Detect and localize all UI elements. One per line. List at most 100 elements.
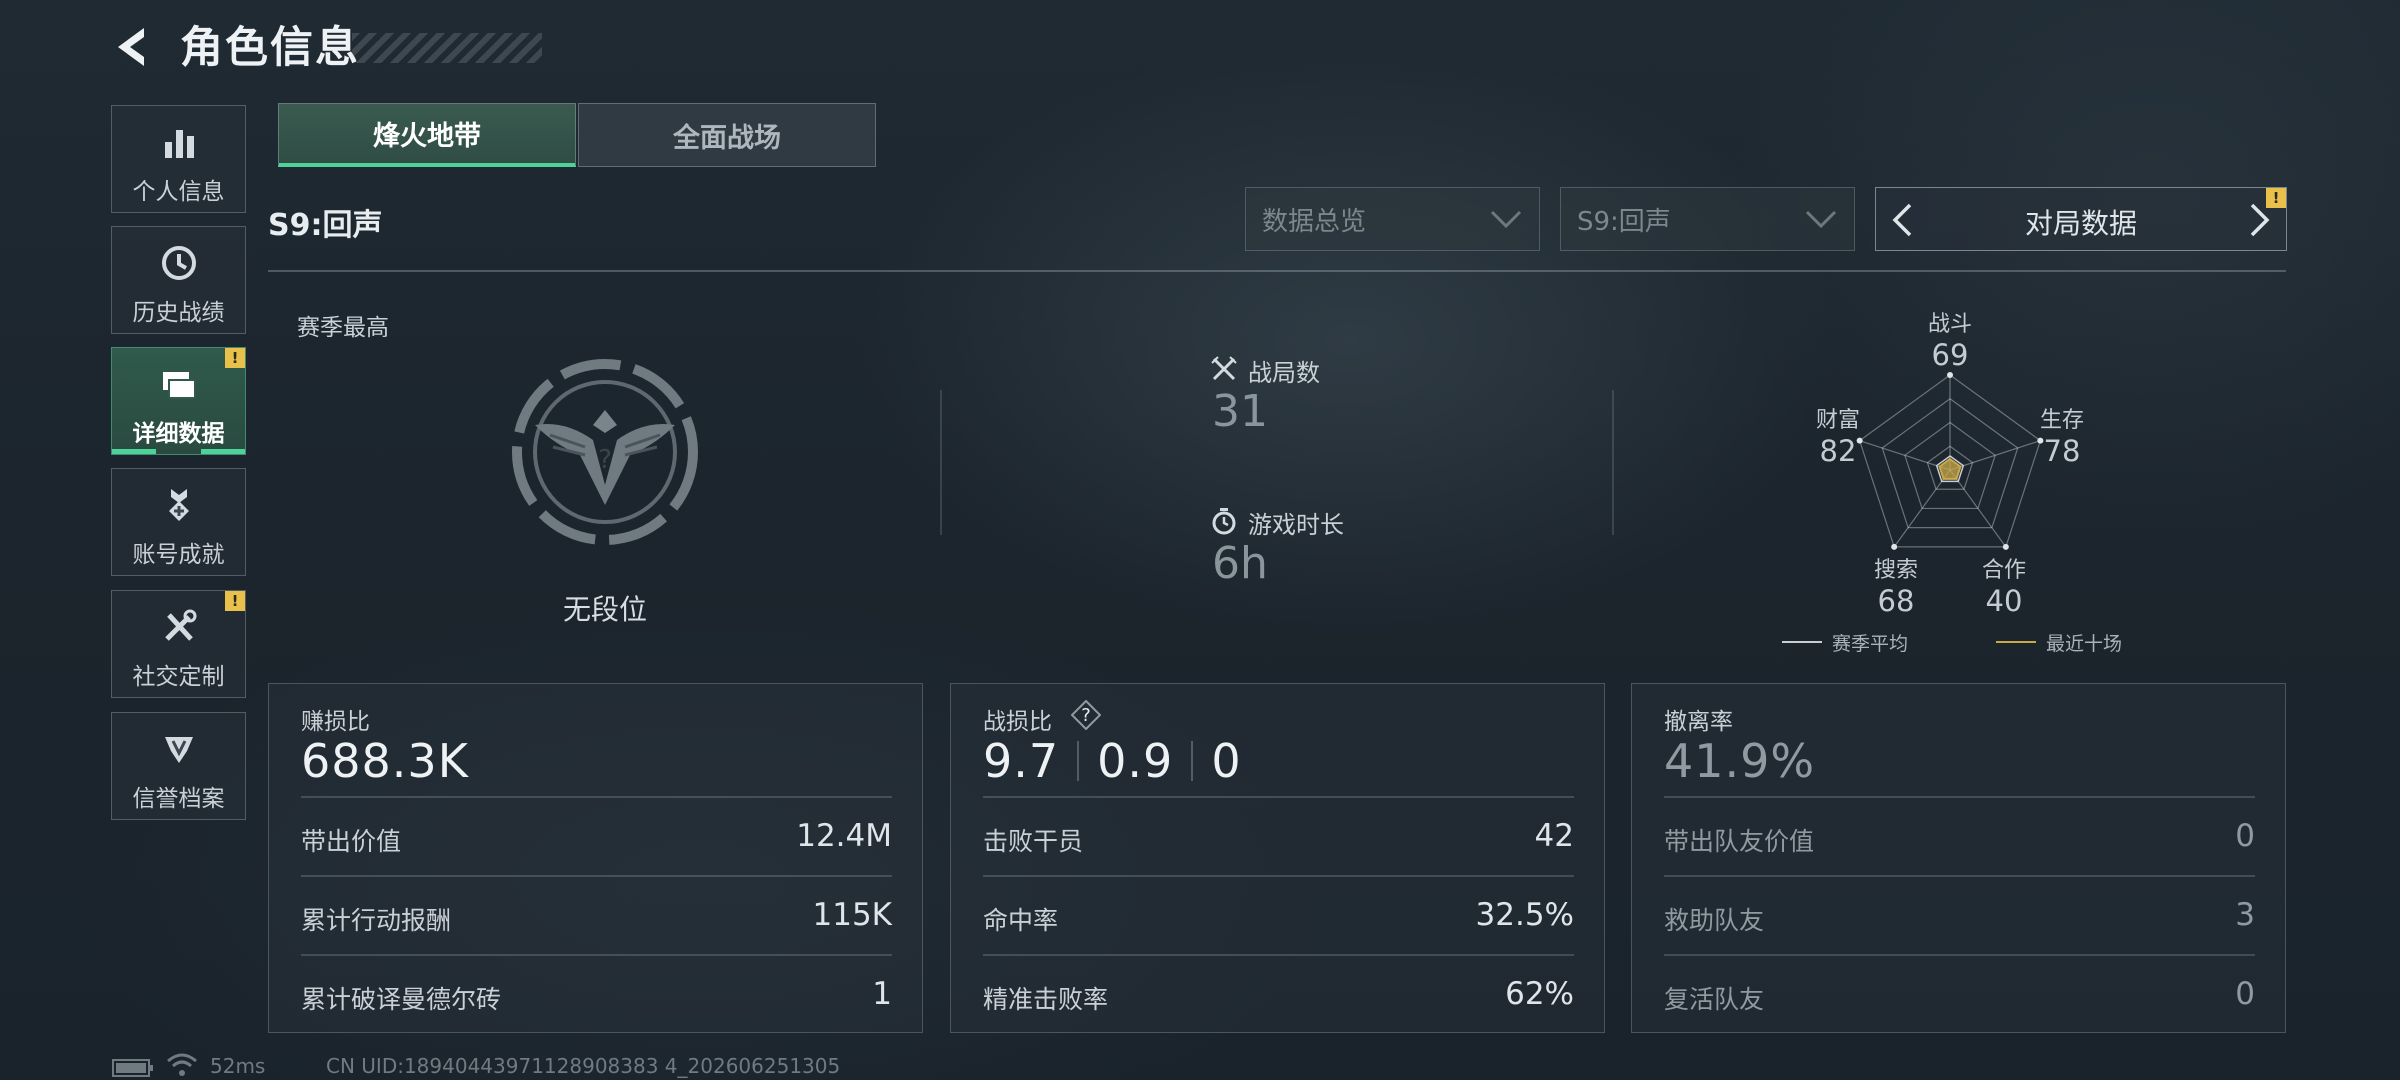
page-title: 角色信息 (180, 23, 360, 73)
radar-value-teamwork: 40 (1985, 584, 2023, 618)
section-divider (268, 270, 2286, 272)
row-label: 带出价值 (301, 827, 402, 856)
bar-chart-icon (164, 130, 194, 158)
rank-emblem-icon: ? (512, 359, 698, 545)
playtime-value: 6h (1212, 538, 1268, 589)
combat-panel: 战损比 ? 9.7 0.9 0 击败干员 42 命中率 32.5% 精准击败率 … (950, 683, 1605, 1033)
vertical-divider (1612, 390, 1614, 535)
sidebar-item-history[interactable]: 历史战绩 (111, 226, 246, 334)
sidebar-item-social-custom[interactable]: 社交定制 ! (111, 590, 246, 698)
stopwatch-icon (1212, 508, 1236, 535)
table-row: 带出价值 12.4M (301, 796, 892, 876)
radar-value-combat: 69 (1931, 338, 1969, 372)
chevron-down-icon (1490, 210, 1522, 229)
season-label: S9:回声 (268, 208, 383, 243)
row-label: 击败干员 (983, 827, 1084, 856)
row-value: 42 (1534, 818, 1574, 854)
row-label: 救助队友 (1664, 906, 1765, 935)
season-best-label: 赛季最高 (297, 315, 389, 341)
table-row: 复活队友 0 (1664, 954, 2255, 1034)
combat-values: 9.7 0.9 0 (983, 734, 1242, 788)
combat-value-2: 0.9 (1097, 734, 1174, 788)
svg-text:?: ? (1081, 705, 1091, 726)
active-indicator-right (201, 449, 245, 454)
row-value: 0 (2235, 976, 2255, 1012)
season-dropdown[interactable]: S9:回声 (1560, 187, 1855, 251)
legend-season-avg: 赛季平均 (1832, 633, 1909, 655)
sidebar-item-label: 历史战绩 (132, 300, 225, 326)
notification-badge: ! (225, 348, 245, 368)
legend-swatch-recent (1996, 641, 2036, 643)
history-clock-icon (161, 246, 196, 280)
sidebar-item-label: 详细数据 (132, 421, 225, 447)
help-button[interactable]: ? (1070, 699, 1102, 731)
value-separator (1077, 741, 1080, 781)
radar-value-wealth: 82 (1819, 434, 1857, 468)
back-button[interactable] (108, 22, 158, 72)
radar-label-search: 搜索 (1873, 558, 1918, 583)
row-label: 复活队友 (1664, 985, 1765, 1014)
extract-title: 撤离率 (1664, 709, 1733, 735)
row-value: 12.4M (796, 818, 892, 854)
sidebar-item-label: 信誉档案 (132, 786, 225, 812)
row-value: 115K (812, 897, 893, 933)
title-decoration (352, 33, 542, 63)
medal-icon (168, 489, 189, 521)
chevron-down-icon (1805, 210, 1837, 229)
row-value: 1 (872, 976, 892, 1012)
sidebar-item-reputation[interactable]: 信誉档案 (111, 712, 246, 820)
crossed-swords-icon (1211, 356, 1237, 381)
tab-full-battlefield[interactable]: 全面战场 (578, 103, 876, 167)
vertical-divider (940, 390, 942, 535)
table-row: 救助队友 3 (1664, 875, 2255, 955)
tab-hazard-zone[interactable]: 烽火地带 (278, 103, 576, 167)
radar-label-wealth: 财富 (1815, 408, 1860, 433)
table-row: 命中率 32.5% (983, 875, 1574, 955)
row-value: 32.5% (1475, 897, 1574, 933)
uid-text: CN UID:18940443971128908383 4_2026062513… (326, 1054, 841, 1078)
profit-title: 赚损比 (301, 709, 370, 735)
legend-swatch-season-avg (1782, 641, 1822, 643)
sidebar-item-label: 个人信息 (132, 179, 225, 205)
wifi-icon (167, 1053, 197, 1076)
radar-value-survival: 78 (2043, 434, 2081, 468)
table-row: 精准击败率 62% (983, 954, 1574, 1034)
legend-recent: 最近十场 (2046, 633, 2123, 655)
match-data-nav: 对局数据 ! (1875, 187, 2287, 251)
row-label: 累计行动报酬 (301, 906, 452, 935)
rank-text: 无段位 (562, 593, 647, 626)
sidebar-item-label: 社交定制 (132, 664, 225, 690)
notification-badge: ! (2266, 188, 2286, 208)
row-value: 3 (2235, 897, 2255, 933)
tools-icon (164, 609, 196, 641)
table-row: 击败干员 42 (983, 796, 1574, 876)
combat-value-3: 0 (1211, 734, 1242, 788)
ping-text: 52ms (210, 1054, 266, 1078)
row-label: 命中率 (983, 906, 1059, 935)
season-dropdown-value: S9:回声 (1577, 206, 1671, 237)
sidebar-item-personal-info[interactable]: 个人信息 (111, 105, 246, 213)
row-label: 精准击败率 (983, 985, 1109, 1014)
match-nav-label: 对局数据 (2024, 207, 2137, 240)
row-value: 0 (2235, 818, 2255, 854)
question-diamond-icon: ? (1070, 699, 1102, 731)
overview-dropdown[interactable]: 数据总览 (1245, 187, 1540, 251)
radar-label-combat: 战斗 (1927, 312, 1972, 337)
matches-label: 战局数 (1248, 359, 1320, 387)
table-row: 累计破译曼德尔砖 1 (301, 954, 892, 1034)
radar-axis-dot (1891, 543, 1898, 550)
playtime-label: 游戏时长 (1248, 511, 1344, 539)
extract-panel: 撤离率 41.9% 带出队友价值 0 救助队友 3 复活队友 0 (1631, 683, 2286, 1033)
radar-axis-dot (2002, 543, 2009, 550)
row-label: 累计破译曼德尔砖 (301, 985, 502, 1014)
combat-value-1: 9.7 (983, 734, 1060, 788)
matches-value: 31 (1212, 386, 1268, 437)
radar-value-search: 68 (1877, 584, 1915, 618)
sidebar-item-detailed-data[interactable]: 详细数据 ! (111, 347, 246, 455)
radar-label-teamwork: 合作 (1981, 558, 2026, 583)
radar-axis-dot (1947, 372, 1953, 378)
table-row: 累计行动报酬 115K (301, 875, 892, 955)
sidebar-item-achievements[interactable]: 账号成就 (111, 468, 246, 576)
sidebar-item-label: 账号成就 (132, 542, 225, 568)
svg-text:?: ? (598, 445, 612, 475)
